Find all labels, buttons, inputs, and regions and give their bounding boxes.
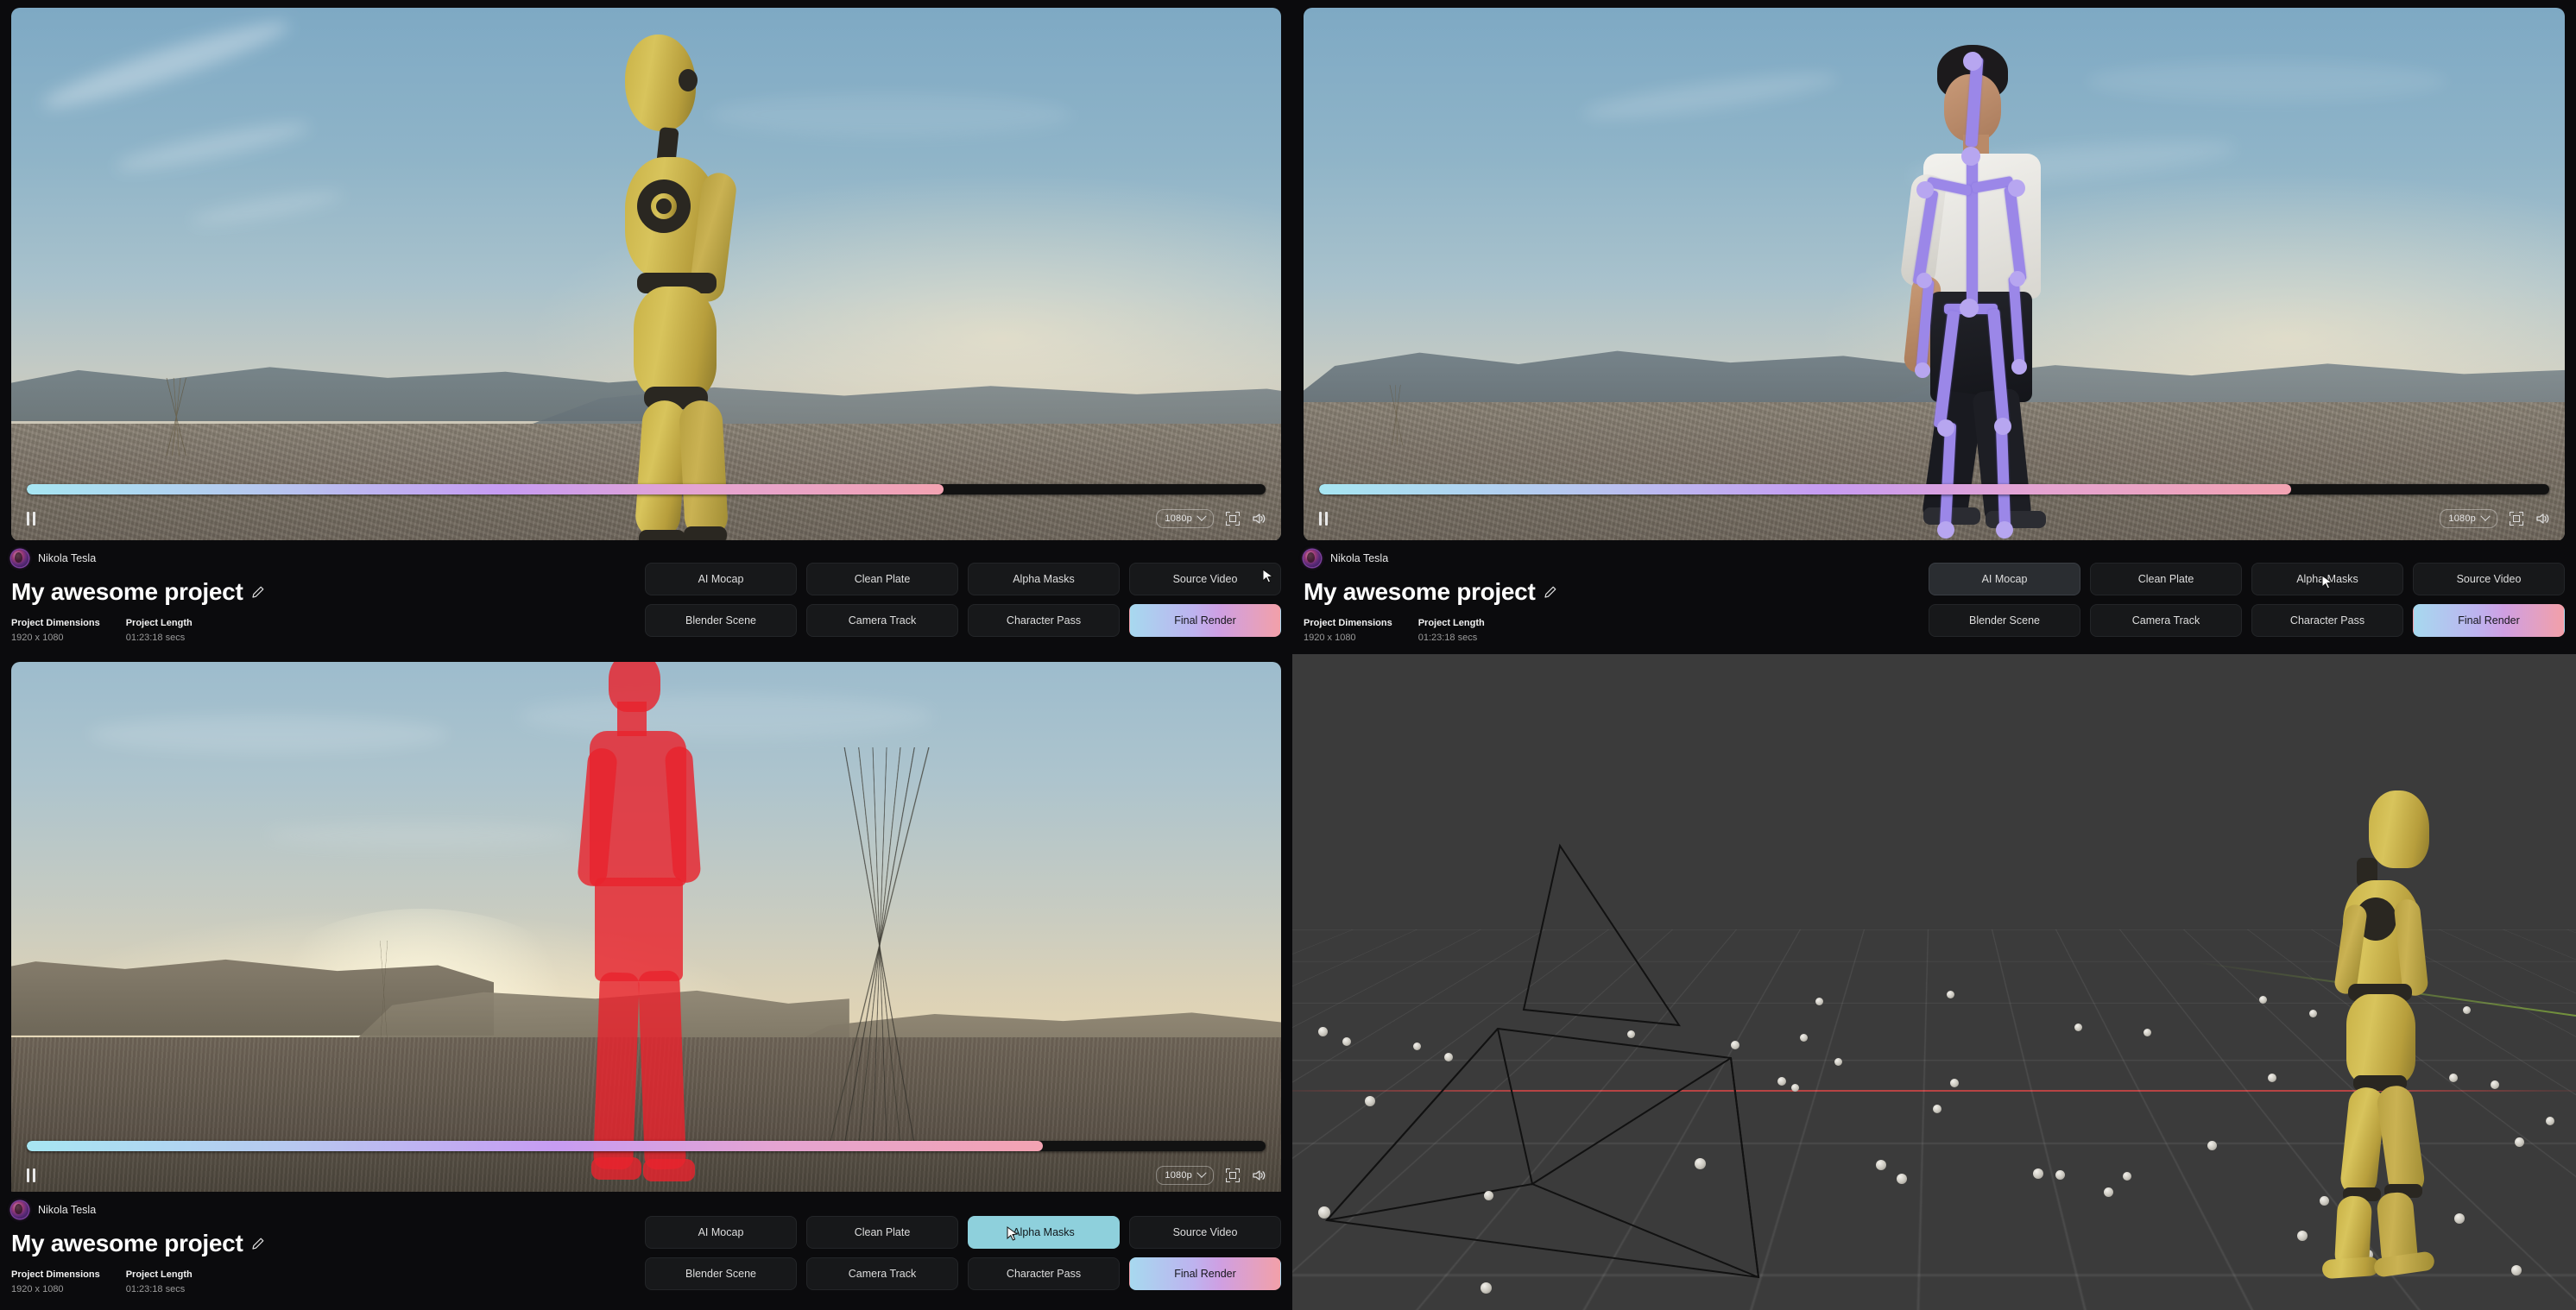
pass-button-character-pass[interactable]: Character Pass <box>968 1257 1120 1290</box>
pass-button-ai-mocap[interactable]: AI Mocap <box>645 563 797 595</box>
panel-bottom-right <box>1292 654 2576 1310</box>
video-stage-source[interactable]: 1080p <box>11 8 1281 541</box>
progress-bar[interactable] <box>27 1141 1266 1151</box>
mannequin-character <box>2289 790 2445 1280</box>
quality-label: 1080p <box>1165 1170 1192 1181</box>
video-frame-alpha-masks <box>11 662 1281 1198</box>
alpha-mask-silhouette <box>577 662 738 1198</box>
edit-pencil-icon[interactable] <box>251 1237 265 1250</box>
meta-length: Project Length 01:23:18 secs <box>125 618 193 643</box>
page-title: My awesome project <box>11 1230 243 1256</box>
chevron-down-icon <box>1196 511 1207 521</box>
pass-button-final-render[interactable]: Final Render <box>2413 604 2565 637</box>
cgi-dummy-figure <box>608 34 841 541</box>
progress-bar[interactable] <box>1319 484 2549 494</box>
pass-button-grid: AI Mocap Clean Plate Alpha Masks Source … <box>1929 563 2565 637</box>
edit-pencil-icon[interactable] <box>251 585 265 599</box>
pass-button-final-render[interactable]: Final Render <box>1129 1257 1281 1290</box>
pass-button-blender-scene[interactable]: Blender Scene <box>1929 604 2080 637</box>
fullscreen-icon[interactable] <box>1226 512 1240 526</box>
pass-button-source-video[interactable]: Source Video <box>2413 563 2565 595</box>
pass-button-source-video[interactable]: Source Video <box>1129 563 1281 595</box>
pass-button-grid: AI Mocap Clean Plate Alpha Masks Source … <box>645 563 1281 637</box>
pass-button-blender-scene[interactable]: Blender Scene <box>645 1257 797 1290</box>
user-name: Nikola Tesla <box>38 1204 97 1216</box>
page-title: My awesome project <box>1304 578 1536 605</box>
pass-button-alpha-masks[interactable]: Alpha Masks <box>968 563 1120 595</box>
pass-button-camera-track[interactable]: Camera Track <box>806 1257 958 1290</box>
meta-length: Project Length 01:23:18 secs <box>1417 618 1485 643</box>
pause-icon[interactable] <box>27 512 35 526</box>
meta-dimensions: Project Dimensions 1920 x 1080 <box>11 1269 100 1294</box>
quality-selector[interactable]: 1080p <box>1156 509 1214 528</box>
player-controls: 1080p <box>11 1141 1281 1198</box>
pass-button-character-pass[interactable]: Character Pass <box>2251 604 2403 637</box>
avatar[interactable] <box>11 550 28 567</box>
actor-with-mocap-overlay <box>1834 45 2144 539</box>
quality-label: 1080p <box>2448 513 2476 524</box>
multi-panel-project-view: 1080p Nikola Tesla My awesome project Pr… <box>0 0 2576 1310</box>
progress-fill <box>27 1141 1043 1151</box>
chevron-down-icon <box>1196 1168 1207 1178</box>
quality-selector[interactable]: 1080p <box>2440 509 2497 528</box>
video-frame-source-video <box>11 8 1281 541</box>
chevron-down-icon <box>2480 511 2491 521</box>
pass-button-final-render[interactable]: Final Render <box>1129 604 1281 637</box>
pass-button-camera-track[interactable]: Camera Track <box>2090 604 2242 637</box>
project-info-bar: Nikola Tesla My awesome project Project … <box>1292 540 2576 654</box>
page-title: My awesome project <box>11 578 243 605</box>
pause-icon[interactable] <box>27 1168 35 1182</box>
volume-icon[interactable] <box>2535 512 2549 526</box>
user-name: Nikola Tesla <box>1330 552 1389 564</box>
pass-button-clean-plate[interactable]: Clean Plate <box>2090 563 2242 595</box>
pass-button-blender-scene[interactable]: Blender Scene <box>645 604 797 637</box>
video-stage-alpha[interactable]: 1080p <box>11 662 1281 1198</box>
pass-button-camera-track[interactable]: Camera Track <box>806 604 958 637</box>
project-info-bar: Nikola Tesla My awesome project Project … <box>0 1192 1292 1310</box>
edit-pencil-icon[interactable] <box>1544 585 1557 599</box>
volume-icon[interactable] <box>1252 1168 1266 1182</box>
meta-dimensions: Project Dimensions 1920 x 1080 <box>11 618 100 643</box>
project-info-bar: Nikola Tesla My awesome project Project … <box>0 540 1292 654</box>
avatar[interactable] <box>1304 550 1321 567</box>
pass-button-source-video[interactable]: Source Video <box>1129 1216 1281 1249</box>
pass-button-grid: AI Mocap Clean Plate Alpha Masks Source … <box>645 1216 1281 1290</box>
user-name: Nikola Tesla <box>38 552 97 564</box>
pass-button-clean-plate[interactable]: Clean Plate <box>806 1216 958 1249</box>
progress-fill <box>1319 484 2291 494</box>
avatar[interactable] <box>11 1201 28 1219</box>
player-controls: 1080p <box>11 484 1281 541</box>
panel-bottom-left: 1080p Nikola Tesla My awesome project Pr… <box>0 654 1292 1310</box>
pass-button-ai-mocap[interactable]: AI Mocap <box>1929 563 2080 595</box>
player-controls: 1080p <box>1304 484 2565 541</box>
video-frame-ai-mocap <box>1304 8 2565 541</box>
panel-top-right: 1080p Nikola Tesla My awesome project Pr… <box>1292 0 2576 654</box>
quality-label: 1080p <box>1165 513 1192 524</box>
blender-3d-viewport[interactable] <box>1292 654 2576 1310</box>
volume-icon[interactable] <box>1252 512 1266 526</box>
quality-selector[interactable]: 1080p <box>1156 1166 1214 1185</box>
pass-button-ai-mocap[interactable]: AI Mocap <box>645 1216 797 1249</box>
fullscreen-icon[interactable] <box>2510 512 2523 526</box>
meta-length: Project Length 01:23:18 secs <box>125 1269 193 1294</box>
pause-icon[interactable] <box>1319 512 1328 526</box>
progress-bar[interactable] <box>27 484 1266 494</box>
pass-button-alpha-masks[interactable]: Alpha Masks <box>2251 563 2403 595</box>
video-stage-mocap[interactable]: 1080p <box>1304 8 2565 541</box>
progress-fill <box>27 484 944 494</box>
meta-dimensions: Project Dimensions 1920 x 1080 <box>1304 618 1392 643</box>
fullscreen-icon[interactable] <box>1226 1168 1240 1182</box>
pass-button-alpha-masks[interactable]: Alpha Masks <box>968 1216 1120 1249</box>
pass-button-clean-plate[interactable]: Clean Plate <box>806 563 958 595</box>
pass-button-character-pass[interactable]: Character Pass <box>968 604 1120 637</box>
panel-top-left: 1080p Nikola Tesla My awesome project Pr… <box>0 0 1292 654</box>
